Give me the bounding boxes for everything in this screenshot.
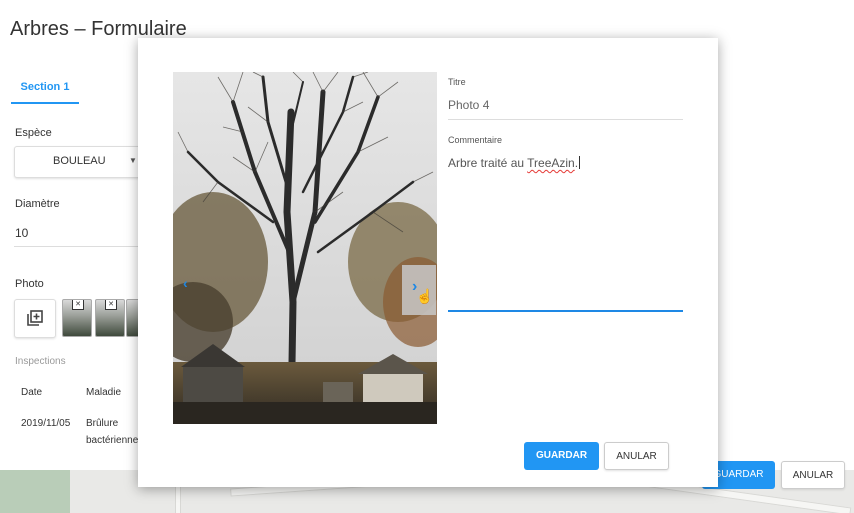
hand-pointer-icon: ☝	[416, 288, 434, 304]
diametre-underline	[14, 246, 139, 247]
add-photo-button[interactable]	[14, 299, 56, 338]
inspection-date-cell: 2019/11/05	[21, 418, 71, 429]
titre-field[interactable]: Photo 4	[448, 98, 489, 112]
map-land-area	[0, 470, 70, 513]
commentaire-text-end: .	[574, 156, 579, 170]
close-icon[interactable]: ✕	[72, 300, 84, 310]
espece-label: Espèce	[15, 127, 52, 139]
titre-label: Titre	[448, 77, 466, 87]
photo-viewer: ‹ › ☝	[173, 72, 437, 424]
form-cancel-button[interactable]: ANULAR	[781, 461, 845, 489]
caret-down-icon: ▼	[129, 156, 137, 165]
commentaire-text: Arbre traité au	[448, 156, 528, 170]
commentaire-label: Commentaire	[448, 135, 503, 145]
tab-label: Section 1	[20, 81, 70, 93]
commentaire-misspelled-word: TreeAzin	[527, 156, 575, 170]
next-photo-button[interactable]: › ☝	[402, 265, 436, 315]
tab-section-1[interactable]: Section 1	[11, 76, 79, 104]
add-photo-icon	[27, 310, 43, 326]
diametre-label: Diamètre	[15, 198, 60, 210]
espece-select[interactable]: BOULEAU ▼	[14, 146, 146, 178]
photo-thumbnail[interactable]: ✕	[95, 299, 125, 337]
espece-value: BOULEAU	[53, 155, 106, 167]
inspection-maladie-cell: Brûlure	[86, 418, 119, 429]
photo-label: Photo	[15, 278, 44, 290]
photo-dialog: ‹ › ☝ Titre Photo 4 Commentaire Arbre tr…	[138, 38, 718, 487]
column-header-maladie: Maladie	[86, 387, 122, 398]
inspections-label: Inspections	[15, 356, 66, 367]
tree-photo	[173, 72, 437, 424]
commentaire-field[interactable]: Arbre traité au TreeAzin.	[448, 156, 581, 170]
chevron-left-icon[interactable]: ‹	[183, 275, 188, 291]
inspection-maladie-cell-cont: bactérienne	[86, 435, 139, 446]
column-header-date: Date	[21, 387, 43, 398]
photo-thumbnail[interactable]: ✕	[62, 299, 92, 337]
text-caret	[579, 156, 581, 169]
dialog-save-button[interactable]: GUARDAR	[524, 442, 599, 470]
close-icon[interactable]: ✕	[105, 300, 117, 310]
titre-underline	[448, 119, 683, 120]
diametre-field[interactable]: 10	[15, 226, 28, 240]
tab-active-indicator	[11, 102, 79, 104]
commentaire-underline	[448, 310, 683, 312]
dialog-cancel-button[interactable]: ANULAR	[604, 442, 669, 470]
